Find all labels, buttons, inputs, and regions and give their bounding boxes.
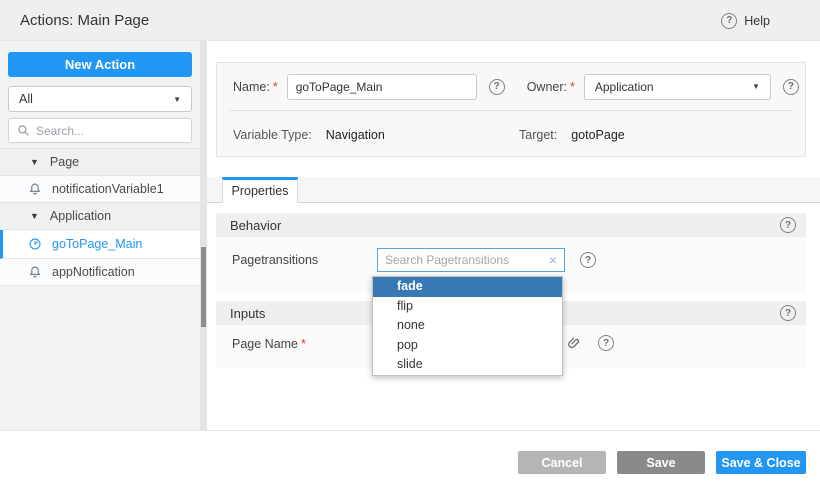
tab-strip: Properties [207, 177, 820, 203]
tree-item-notificationvariable1[interactable]: notificationVariable1 [0, 176, 200, 203]
tree-item-label: appNotification [52, 265, 135, 279]
page-name-label: Page Name * [232, 337, 306, 351]
pagetransitions-help-icon[interactable]: ? [580, 252, 596, 268]
variables-tree: ▼ Page notificationVariable1 ▼ Applicati… [0, 148, 200, 286]
sidebar-scrollbar-thumb[interactable] [201, 247, 206, 327]
save-and-close-button[interactable]: Save & Close [716, 451, 806, 474]
name-input[interactable] [287, 74, 477, 100]
name-label: Name: [233, 80, 270, 94]
dropdown-option-pop[interactable]: pop [373, 336, 562, 356]
navigation-icon [28, 237, 42, 251]
dropdown-option-slide[interactable]: slide [373, 355, 562, 375]
collapse-arrow-icon: ▼ [30, 211, 39, 221]
sidebar-scrollbar-track[interactable] [200, 41, 207, 430]
variables-sidebar: New Action All ▼ ▼ Page notificationVari… [0, 41, 200, 430]
filter-selected-value: All [19, 92, 33, 106]
name-help-icon[interactable]: ? [489, 79, 505, 95]
inputs-title: Inputs [230, 306, 265, 321]
target-label: Target: [519, 128, 557, 142]
behavior-help-icon[interactable]: ? [780, 217, 796, 233]
clear-icon[interactable]: × [549, 253, 557, 267]
sidebar-search[interactable] [8, 118, 192, 143]
tree-item-gotopage-main[interactable]: goToPage_Main [0, 230, 200, 259]
variable-type-label: Variable Type: [233, 128, 312, 142]
tree-item-label: goToPage_Main [52, 237, 142, 251]
page-title: Actions: Main Page [20, 0, 149, 41]
notification-icon [28, 265, 42, 279]
sidebar-search-input[interactable] [36, 124, 183, 138]
notification-icon [28, 182, 42, 196]
owner-label: Owner: [527, 80, 567, 94]
owner-dropdown[interactable]: Application ▼ [584, 74, 771, 100]
new-action-button[interactable]: New Action [8, 52, 192, 77]
tree-item-appnotification[interactable]: appNotification [0, 259, 200, 286]
pagetransitions-label: Pagetransitions [232, 253, 318, 267]
variable-type-value: Navigation [326, 128, 385, 142]
dropdown-option-fade[interactable]: fade [373, 277, 562, 297]
help-button[interactable]: ? Help [721, 0, 770, 41]
page-name-label-text: Page Name [232, 337, 298, 351]
chevron-down-icon: ▼ [173, 95, 181, 104]
required-asterisk: * [273, 80, 278, 94]
cancel-button[interactable]: Cancel [518, 451, 606, 474]
required-asterisk: * [570, 80, 575, 94]
dropdown-option-flip[interactable]: flip [373, 297, 562, 317]
pagetransitions-search[interactable]: × [377, 248, 565, 272]
tree-group-application[interactable]: ▼ Application [0, 203, 200, 230]
footer-bar: Cancel Save Save & Close [0, 430, 820, 488]
save-button[interactable]: Save [617, 451, 705, 474]
behavior-section-header: Behavior ? [216, 213, 806, 237]
search-icon [17, 124, 30, 137]
pagetransitions-dropdown: fade flip none pop slide [372, 276, 563, 376]
pagetransitions-search-input[interactable] [385, 253, 549, 267]
required-asterisk: * [301, 337, 306, 351]
tree-group-label: Application [50, 209, 111, 223]
target-row: Target: gotoPage [519, 121, 625, 149]
dropdown-option-none[interactable]: none [373, 316, 562, 336]
chevron-down-icon: ▼ [752, 82, 760, 91]
action-summary-box: Name: * ? Owner: * Application ▼ ? Varia… [216, 62, 806, 157]
inputs-help-icon[interactable]: ? [780, 305, 796, 321]
target-value: gotoPage [571, 128, 625, 142]
behavior-title: Behavior [230, 218, 281, 233]
help-label: Help [744, 14, 770, 28]
filter-dropdown[interactable]: All ▼ [8, 86, 192, 112]
actions-dialog: Actions: Main Page ? Help New Action All… [0, 0, 820, 488]
help-icon: ? [721, 13, 737, 29]
owner-help-icon[interactable]: ? [783, 79, 799, 95]
top-bar: Actions: Main Page ? Help [0, 0, 820, 41]
tree-group-page[interactable]: ▼ Page [0, 149, 200, 176]
variable-type-row: Variable Type: Navigation [233, 121, 385, 149]
tab-properties[interactable]: Properties [222, 177, 298, 203]
collapse-arrow-icon: ▼ [30, 157, 39, 167]
bind-link-icon[interactable] [566, 334, 582, 355]
tree-group-label: Page [50, 155, 79, 169]
page-name-help-icon[interactable]: ? [598, 335, 614, 351]
owner-selected-value: Application [595, 80, 654, 94]
name-owner-row: Name: * ? Owner: * Application ▼ ? [233, 73, 799, 100]
form-divider [229, 110, 793, 111]
tree-item-label: notificationVariable1 [52, 182, 164, 196]
